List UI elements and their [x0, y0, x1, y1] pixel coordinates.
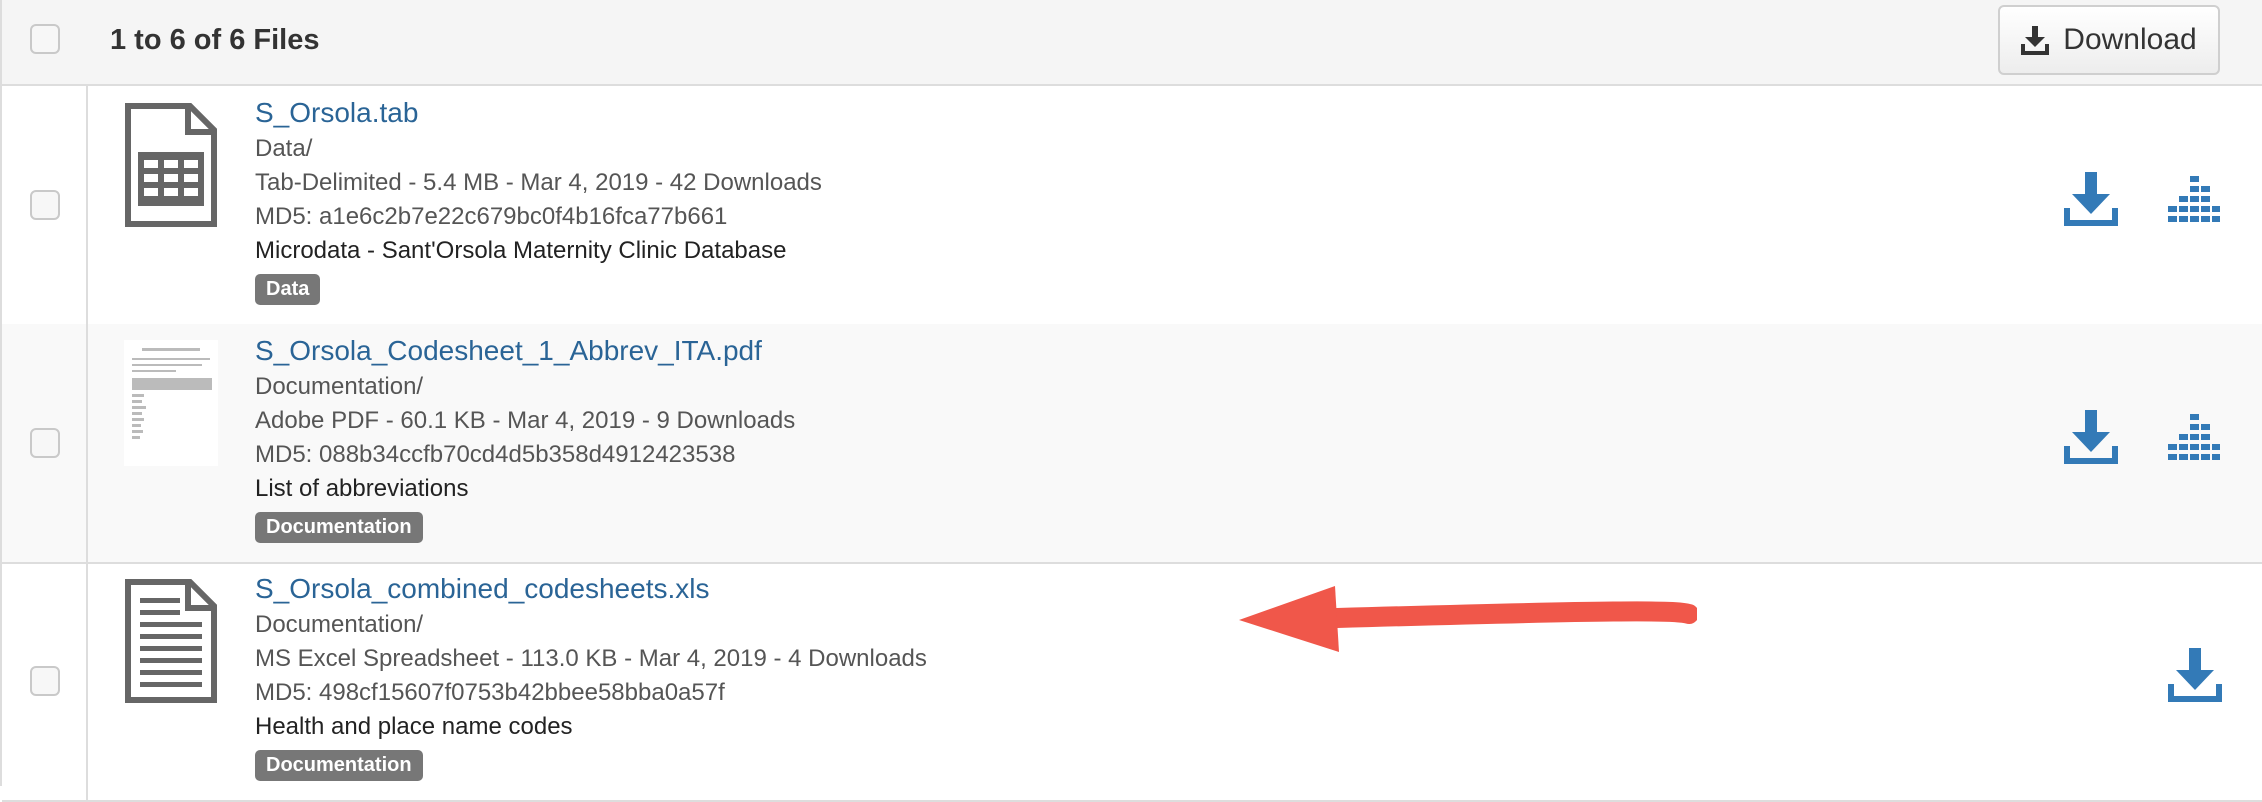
file-metadata: MS Excel Spreadsheet - 113.0 KB - Mar 4,… — [255, 645, 927, 672]
file-md5: MD5: a1e6c2b7e22c679bc0f4b16fca77b661 — [255, 203, 728, 230]
file-download-icon[interactable] — [2168, 646, 2222, 702]
table-row: S_Orsola_combined_codesheets.xls Documen… — [2, 562, 2262, 802]
file-name-link[interactable]: S_Orsola_Codesheet_1_Abbrev_ITA.pdf — [255, 332, 795, 370]
file-description: List of abbreviations — [255, 475, 469, 502]
file-folder: Data/ — [255, 135, 313, 162]
file-name-link[interactable]: S_Orsola.tab — [255, 94, 822, 132]
explore-data-icon[interactable] — [2168, 414, 2220, 462]
row-divider — [86, 324, 88, 562]
select-all-checkbox[interactable] — [30, 24, 60, 54]
download-all-button[interactable]: Download — [1998, 5, 2220, 75]
file-md5: MD5: 088b34ccfb70cd4d5b358d4912423538 — [255, 441, 736, 468]
annotation-arrow-icon — [1239, 586, 1697, 652]
file-name-link[interactable]: S_Orsola_combined_codesheets.xls — [255, 570, 927, 608]
file-download-icon[interactable] — [2064, 408, 2118, 464]
file-count-label: 1 to 6 of 6 Files — [110, 24, 320, 56]
file-metadata: Adobe PDF - 60.1 KB - Mar 4, 2019 - 9 Do… — [255, 407, 796, 434]
tabular-file-icon[interactable] — [124, 102, 218, 228]
row-checkbox[interactable] — [30, 666, 60, 696]
file-info: S_Orsola.tab Data/ Tab-Delimited - 5.4 M… — [255, 94, 822, 305]
row-divider — [86, 562, 88, 800]
table-row: S_Orsola_Codesheet_1_Abbrev_ITA.pdf Docu… — [2, 324, 2262, 564]
file-description: Health and place name codes — [255, 713, 573, 740]
file-folder: Documentation/ — [255, 373, 424, 400]
file-folder: Documentation/ — [255, 611, 424, 638]
table-row: S_Orsola.tab Data/ Tab-Delimited - 5.4 M… — [2, 86, 2262, 326]
pdf-thumbnail[interactable] — [124, 340, 218, 466]
file-table: 1 to 6 of 6 Files Download S_Orsola.tab — [0, 0, 2262, 802]
download-icon — [2021, 26, 2050, 55]
row-divider — [86, 86, 88, 324]
file-description: Microdata - Sant'Orsola Maternity Clinic… — [255, 237, 787, 264]
file-tag-badge: Data — [255, 274, 321, 305]
file-md5: MD5: 498cf15607f0753b42bbee58bba0a57f — [255, 679, 725, 706]
file-tag-badge: Documentation — [255, 512, 423, 543]
explore-data-icon[interactable] — [2168, 176, 2220, 224]
file-info: S_Orsola_combined_codesheets.xls Documen… — [255, 570, 927, 781]
file-metadata: Tab-Delimited - 5.4 MB - Mar 4, 2019 - 4… — [255, 169, 822, 196]
file-download-icon[interactable] — [2064, 170, 2118, 226]
row-checkbox[interactable] — [30, 190, 60, 220]
file-table-header: 1 to 6 of 6 Files Download — [2, 0, 2262, 86]
file-tag-badge: Documentation — [255, 750, 423, 781]
row-checkbox[interactable] — [30, 428, 60, 458]
document-file-icon[interactable] — [124, 578, 218, 704]
file-info: S_Orsola_Codesheet_1_Abbrev_ITA.pdf Docu… — [255, 332, 795, 543]
download-button-label: Download — [2063, 23, 2197, 56]
